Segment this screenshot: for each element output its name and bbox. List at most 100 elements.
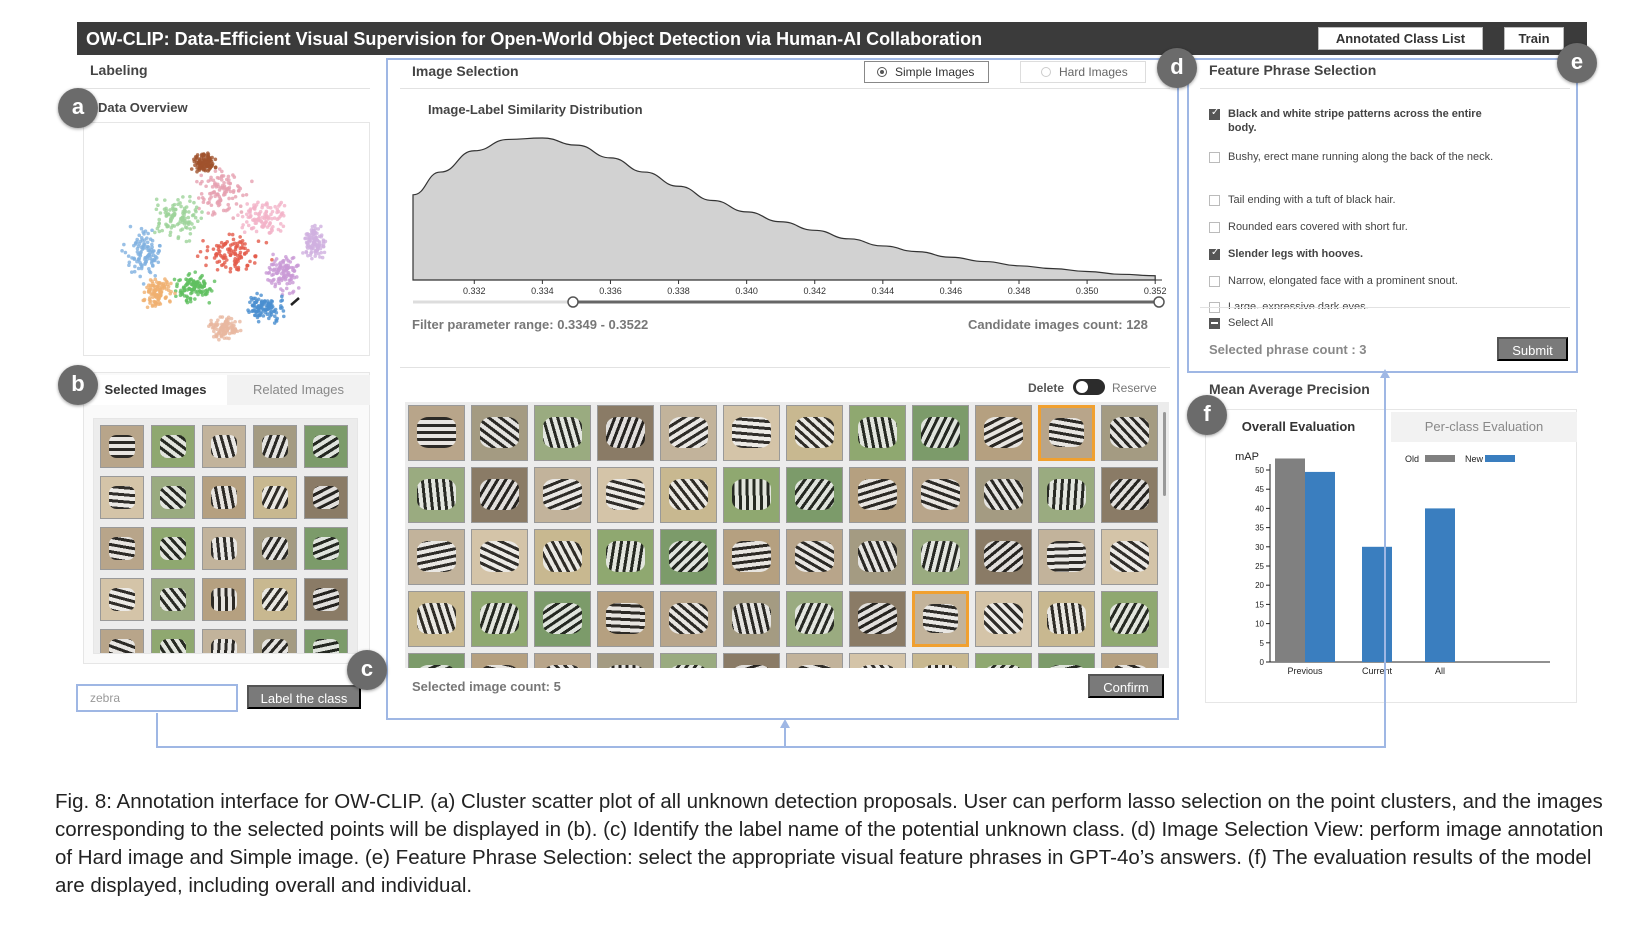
candidate-image-thumbnail[interactable] — [660, 467, 717, 523]
selected-image-thumbnail[interactable] — [202, 425, 246, 468]
selected-image-thumbnail[interactable] — [202, 629, 246, 653]
candidate-image-thumbnail[interactable] — [723, 653, 780, 668]
phrase-checkbox[interactable] — [1209, 195, 1220, 206]
cluster-scatter-plot[interactable] — [84, 123, 371, 357]
candidate-image-thumbnail[interactable] — [975, 405, 1032, 461]
candidate-image-thumbnail[interactable] — [471, 653, 528, 668]
candidate-image-thumbnail[interactable] — [723, 467, 780, 523]
selected-image-thumbnail[interactable] — [304, 578, 348, 621]
candidate-image-thumbnail[interactable] — [912, 405, 969, 461]
candidate-image-thumbnail[interactable] — [534, 467, 591, 523]
selected-image-thumbnail[interactable] — [151, 476, 195, 519]
delete-reserve-toggle[interactable] — [1073, 379, 1105, 395]
candidate-image-thumbnail[interactable] — [723, 591, 780, 647]
candidate-image-thumbnail[interactable] — [1038, 529, 1095, 585]
candidate-image-thumbnail[interactable] — [786, 467, 843, 523]
selected-image-thumbnail[interactable] — [253, 476, 297, 519]
selected-image-thumbnail[interactable] — [100, 629, 144, 653]
candidate-image-thumbnail[interactable] — [660, 653, 717, 668]
candidate-image-thumbnail[interactable] — [786, 405, 843, 461]
candidate-image-thumbnail[interactable] — [912, 467, 969, 523]
selected-image-thumbnail[interactable] — [100, 578, 144, 621]
candidate-image-thumbnail[interactable] — [1038, 405, 1095, 461]
candidate-image-thumbnail[interactable] — [534, 591, 591, 647]
candidate-image-thumbnail[interactable] — [1038, 591, 1095, 647]
candidate-image-thumbnail[interactable] — [471, 467, 528, 523]
tab-per-class-evaluation[interactable]: Per-class Evaluation — [1391, 412, 1577, 442]
selected-image-thumbnail[interactable] — [151, 425, 195, 468]
phrase-checkbox[interactable] — [1209, 276, 1220, 287]
candidate-image-thumbnail[interactable] — [408, 591, 465, 647]
candidate-image-thumbnail[interactable] — [534, 405, 591, 461]
grid-scrollbar[interactable] — [1163, 412, 1166, 496]
phrase-checkbox[interactable] — [1209, 247, 1220, 260]
confirm-button[interactable]: Confirm — [1088, 674, 1164, 698]
candidate-image-thumbnail[interactable] — [849, 653, 906, 668]
candidate-image-thumbnail[interactable] — [471, 405, 528, 461]
candidate-image-thumbnail[interactable] — [408, 405, 465, 461]
candidate-image-thumbnail[interactable] — [471, 591, 528, 647]
label-class-button[interactable]: Label the class — [247, 685, 361, 709]
simple-images-radio[interactable]: Simple Images — [864, 61, 989, 83]
candidate-image-thumbnail[interactable] — [597, 405, 654, 461]
selected-image-thumbnail[interactable] — [253, 527, 297, 570]
candidate-image-thumbnail[interactable] — [975, 653, 1032, 668]
selected-image-thumbnail[interactable] — [202, 476, 246, 519]
candidate-image-thumbnail[interactable] — [975, 529, 1032, 585]
candidate-image-thumbnail[interactable] — [912, 529, 969, 585]
candidate-image-thumbnail[interactable] — [534, 653, 591, 668]
candidate-image-thumbnail[interactable] — [723, 529, 780, 585]
candidate-image-thumbnail[interactable] — [1101, 405, 1158, 461]
candidate-image-thumbnail[interactable] — [723, 405, 780, 461]
candidate-image-thumbnail[interactable] — [912, 653, 969, 668]
range-slider-handle-min[interactable] — [567, 296, 579, 308]
class-label-input[interactable] — [76, 684, 238, 712]
candidate-image-thumbnail[interactable] — [786, 653, 843, 668]
candidate-image-thumbnail[interactable] — [849, 529, 906, 585]
submit-button[interactable]: Submit — [1497, 337, 1568, 361]
candidate-image-thumbnail[interactable] — [534, 529, 591, 585]
select-all-checkbox[interactable] — [1209, 318, 1220, 329]
selected-image-thumbnail[interactable] — [202, 578, 246, 621]
phrase-checkbox[interactable] — [1209, 222, 1220, 233]
candidate-image-thumbnail[interactable] — [975, 591, 1032, 647]
selected-image-thumbnail[interactable] — [100, 527, 144, 570]
selected-image-thumbnail[interactable] — [202, 527, 246, 570]
candidate-image-thumbnail[interactable] — [471, 529, 528, 585]
candidate-image-thumbnail[interactable] — [597, 591, 654, 647]
selected-image-thumbnail[interactable] — [151, 629, 195, 653]
candidate-image-thumbnail[interactable] — [660, 591, 717, 647]
selected-image-thumbnail[interactable] — [151, 527, 195, 570]
candidate-image-thumbnail[interactable] — [597, 467, 654, 523]
candidate-image-thumbnail[interactable] — [408, 653, 465, 668]
tab-overall-evaluation[interactable]: Overall Evaluation — [1206, 412, 1391, 442]
candidate-image-thumbnail[interactable] — [1101, 591, 1158, 647]
candidate-image-thumbnail[interactable] — [660, 529, 717, 585]
selected-image-thumbnail[interactable] — [151, 578, 195, 621]
candidate-image-thumbnail[interactable] — [408, 529, 465, 585]
selected-image-thumbnail[interactable] — [100, 425, 144, 468]
hard-images-radio[interactable]: Hard Images — [1020, 61, 1146, 83]
candidate-image-thumbnail[interactable] — [597, 653, 654, 668]
phrase-checkbox[interactable] — [1209, 152, 1220, 163]
candidate-image-thumbnail[interactable] — [597, 529, 654, 585]
annotated-class-list-button[interactable]: Annotated Class List — [1318, 27, 1483, 50]
selected-image-thumbnail[interactable] — [100, 476, 144, 519]
candidate-image-thumbnail[interactable] — [975, 467, 1032, 523]
selected-image-thumbnail[interactable] — [304, 476, 348, 519]
candidate-image-thumbnail[interactable] — [1038, 653, 1095, 668]
tab-related-images[interactable]: Related Images — [227, 375, 370, 405]
candidate-image-thumbnail[interactable] — [786, 591, 843, 647]
candidate-image-thumbnail[interactable] — [660, 405, 717, 461]
candidate-image-thumbnail[interactable] — [849, 591, 906, 647]
candidate-image-thumbnail[interactable] — [1038, 467, 1095, 523]
selected-image-thumbnail[interactable] — [253, 425, 297, 468]
range-slider-handle-max[interactable] — [1153, 296, 1165, 308]
selected-image-thumbnail[interactable] — [304, 425, 348, 468]
selected-image-thumbnail[interactable] — [253, 629, 297, 653]
tab-selected-images[interactable]: Selected Images — [84, 375, 227, 405]
candidate-image-thumbnail[interactable] — [1101, 653, 1158, 668]
candidate-image-thumbnail[interactable] — [912, 591, 969, 647]
selected-image-thumbnail[interactable] — [304, 629, 348, 653]
candidate-image-thumbnail[interactable] — [408, 467, 465, 523]
